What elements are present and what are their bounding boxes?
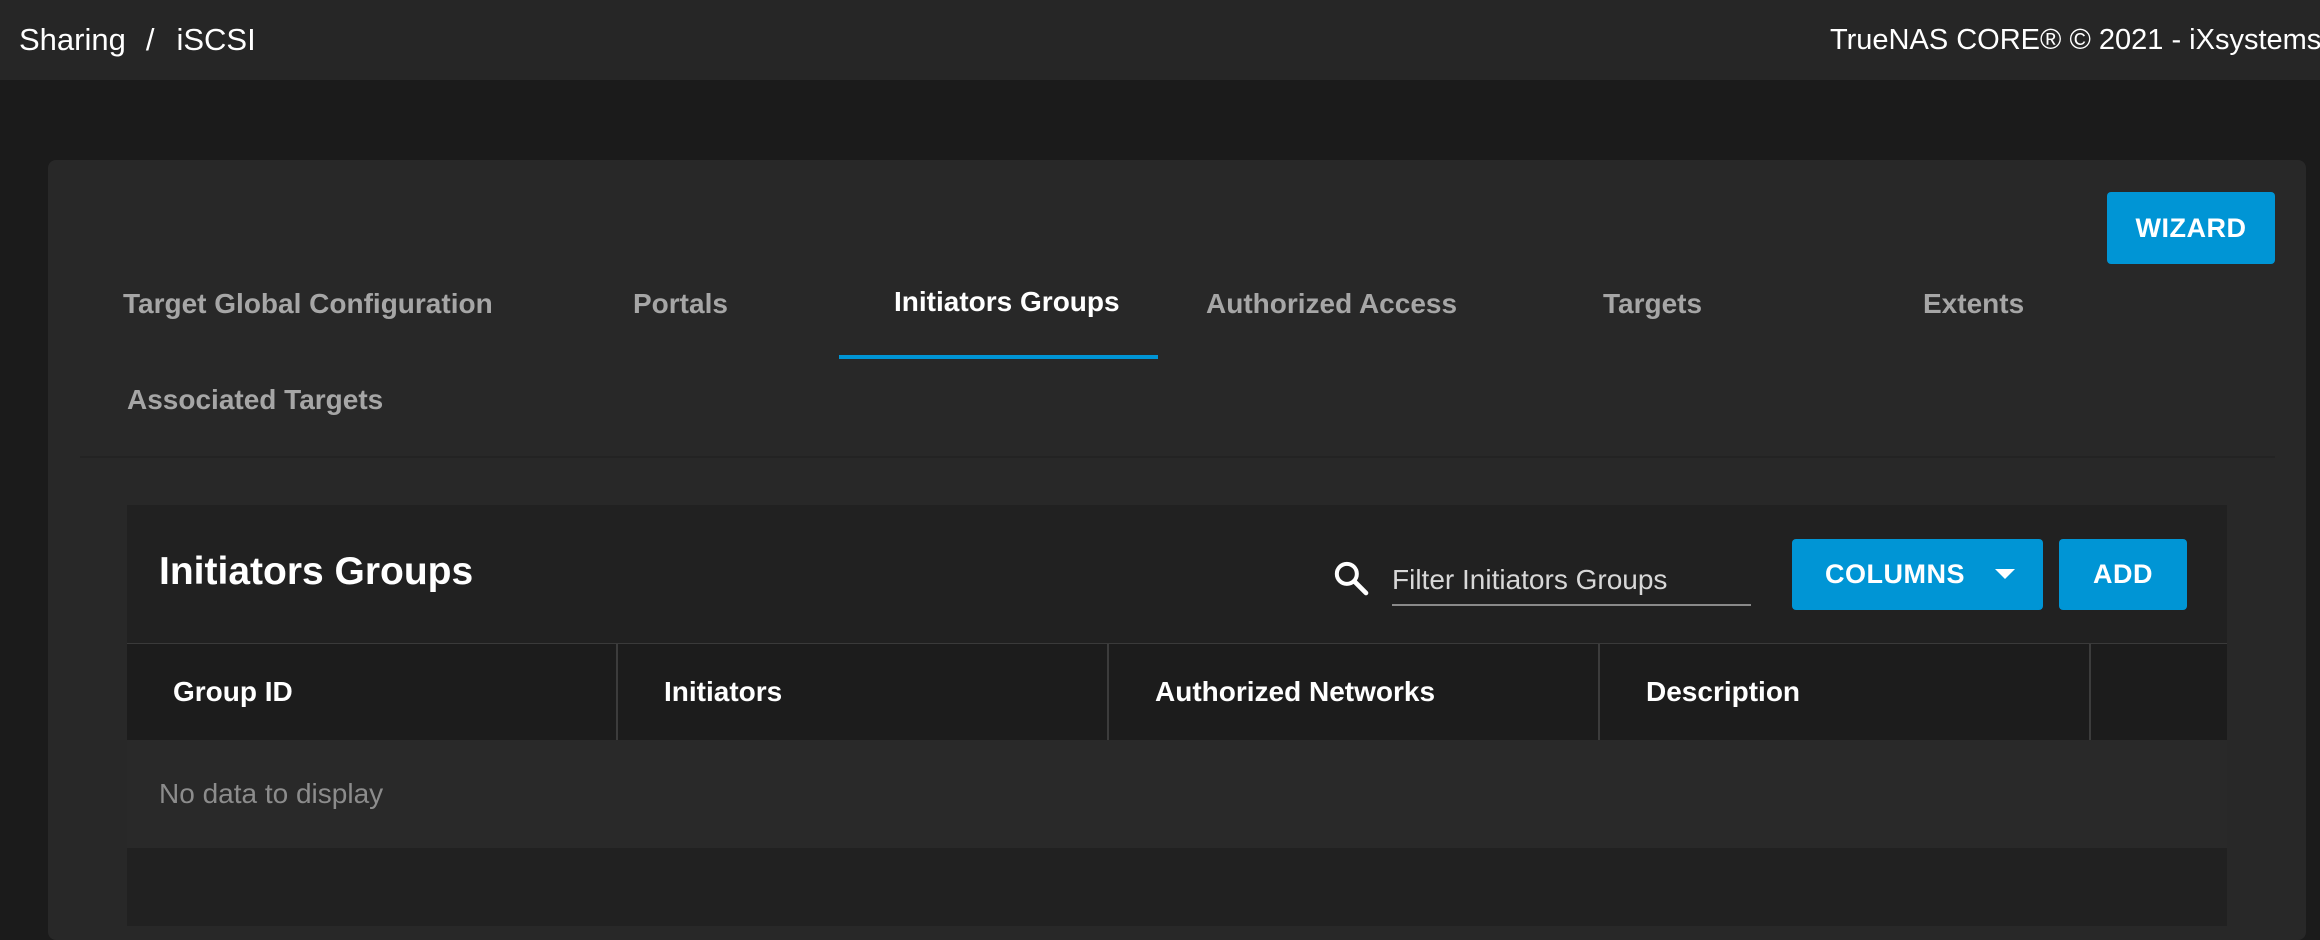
columns-button-label: COLUMNS (1825, 559, 1965, 589)
tab-portals[interactable]: Portals (633, 288, 728, 328)
top-bar: Sharing / iSCSI TrueNAS CORE® © 2021 - iXs… (0, 0, 2320, 80)
column-resize-handle[interactable] (1107, 644, 1109, 740)
caret-down-icon (1995, 569, 2015, 579)
breadcrumb-iscsi: iSCSI (176, 22, 256, 57)
column-header-initiators[interactable]: Initiators (664, 644, 782, 740)
breadcrumb-separator: / (145, 22, 155, 57)
breadcrumb: Sharing / iSCSI (19, 22, 256, 58)
copyright-text[interactable]: TrueNAS CORE® © 2021 - iXsystems, Inc. (1830, 24, 2320, 57)
tabs-divider (80, 456, 2275, 458)
column-header-description[interactable]: Description (1646, 644, 1800, 740)
columns-button[interactable]: COLUMNS (1792, 539, 2043, 610)
add-button[interactable]: ADD (2059, 539, 2187, 610)
table-empty-row: No data to display (127, 740, 2227, 848)
column-header-group-id[interactable]: Group ID (173, 644, 293, 740)
active-tab-indicator (839, 355, 1158, 359)
search-icon[interactable] (1331, 558, 1371, 598)
panel-title: Initiators Groups (159, 550, 474, 593)
tab-target-global-configuration[interactable]: Target Global Configuration (123, 288, 493, 328)
table-header: Group ID Initiators Authorized Networks … (127, 643, 2227, 741)
tab-authorized-access[interactable]: Authorized Access (1206, 288, 1457, 328)
filter-input[interactable] (1392, 556, 1751, 606)
empty-message: No data to display (159, 778, 384, 809)
column-header-authorized-networks[interactable]: Authorized Networks (1155, 644, 1435, 740)
tab-initiators-groups[interactable]: Initiators Groups (894, 286, 1120, 326)
wizard-button[interactable]: WIZARD (2107, 192, 2275, 264)
tab-associated-targets[interactable]: Associated Targets (127, 384, 383, 424)
breadcrumb-sharing[interactable]: Sharing (19, 22, 126, 57)
column-resize-handle[interactable] (2089, 644, 2091, 740)
column-resize-handle[interactable] (1598, 644, 1600, 740)
tab-targets[interactable]: Targets (1603, 288, 1702, 328)
column-resize-handle[interactable] (616, 644, 618, 740)
tab-extents[interactable]: Extents (1923, 288, 2024, 328)
